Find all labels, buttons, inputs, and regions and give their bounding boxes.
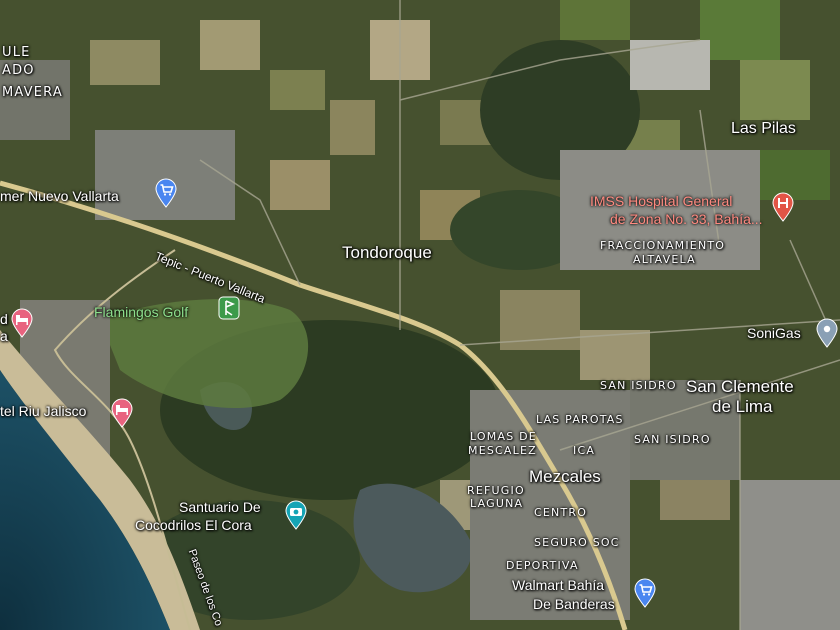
neighborhood-label: SEGURO SOC (534, 536, 620, 549)
poi-label-walmart-1[interactable]: Walmart Bahía (512, 578, 604, 592)
neighborhood-label: FRACCIONAMIENTO (600, 239, 726, 252)
neighborhood-label: LOMAS DE (470, 430, 537, 443)
poi-label-imss-1[interactable]: IMSS Hospital General (590, 194, 732, 208)
shopping-cart-pin-icon[interactable] (633, 578, 657, 608)
place-label-las-pilas: Las Pilas (731, 120, 796, 137)
neighborhood-label: ALTAVELA (633, 253, 696, 266)
neighborhood-label: ULE (2, 45, 31, 60)
neighborhood-label: MAVERA (2, 85, 63, 100)
neighborhood-label: MESCALEZ (468, 444, 537, 457)
poi-label-santuario-1[interactable]: Santuario De (179, 500, 261, 514)
neighborhood-label: SAN ISIDRO (600, 379, 677, 392)
neighborhood-label: DEPORTIVA (506, 559, 579, 572)
poi-label-hotel-left-2[interactable]: a (0, 329, 8, 343)
neighborhood-label: ICA (573, 444, 596, 457)
place-label-san-clemente-2: de Lima (712, 397, 773, 416)
poi-label-walmart-2[interactable]: De Banderas (533, 597, 615, 611)
camera-pin-icon[interactable] (284, 500, 308, 530)
shopping-cart-pin-icon[interactable] (154, 178, 178, 208)
neighborhood-label: SAN ISIDRO (634, 433, 711, 446)
neighborhood-label: ADO (2, 63, 35, 78)
poi-label-riu-jalisco[interactable]: tel Riu Jalisco (0, 404, 86, 418)
place-label-mezcales: Mezcales (529, 467, 601, 486)
poi-label-sonigas[interactable]: SoniGas (747, 326, 801, 340)
neighborhood-label: LAGUNA (470, 497, 524, 510)
poi-label-flamingos-golf[interactable]: Flamingos Golf (94, 305, 188, 319)
poi-label-nuevo-vallarta-store[interactable]: mer Nuevo Vallarta (0, 189, 119, 203)
poi-label-imss-2[interactable]: de Zona No. 33, Bahía... (610, 212, 763, 226)
location-pin-icon[interactable] (815, 318, 839, 348)
hotel-bed-pin-icon[interactable] (110, 398, 134, 428)
neighborhood-label: CENTRO (534, 506, 588, 519)
poi-label-hotel-left[interactable]: d (0, 312, 8, 326)
poi-label-santuario-2[interactable]: Cocodrilos El Cora (135, 518, 252, 532)
neighborhood-label: LAS PAROTAS (536, 413, 624, 426)
hospital-pin-icon[interactable] (771, 192, 795, 222)
hotel-bed-pin-icon[interactable] (10, 308, 34, 338)
neighborhood-label: REFUGIO (467, 484, 525, 497)
place-label-tondoroque: Tondoroque (342, 243, 432, 262)
place-label-san-clemente-1: San Clemente (686, 377, 794, 396)
golf-icon[interactable] (218, 296, 240, 322)
